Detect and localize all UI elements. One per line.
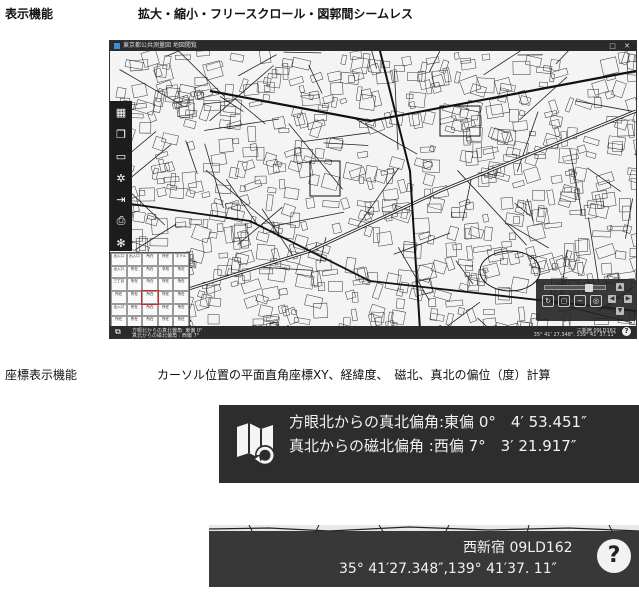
sheet-cell[interactable]: 出入口 (111, 253, 127, 266)
side-toolbar: ▦ ❐ ▭ ✲ ⇥ ⎙ ✻ (110, 101, 132, 251)
sheet-cell[interactable]: ホテル (173, 253, 189, 266)
pan-left-icon[interactable]: ◀ (608, 295, 616, 303)
sheet-cell[interactable]: 所在 (142, 278, 158, 291)
print-icon[interactable]: ⎙ (113, 214, 129, 230)
sheet-cell[interactable]: 所在 (157, 253, 174, 266)
sheet-cell[interactable]: 所在 (111, 291, 127, 304)
settings-gear-icon[interactable]: ✲ (113, 170, 129, 186)
position-zoom-panel: 西新宿 09LD162 35° 41′27.348″,139° 41′37. 1… (209, 525, 639, 587)
sheet-cell[interactable]: 三丁目 (111, 278, 127, 291)
status-bar: ⧉ 方眼北からの真北偏角: 東偏 0° 真北からの磁北偏角 : 西偏 7° 三新… (110, 326, 636, 338)
declination-icon[interactable]: ⧉ (115, 327, 124, 336)
sheet-cell[interactable]: 所在 (157, 278, 174, 291)
coords-caption: カーソル位置の平面直角座標XY、経緯度、 磁北、真北の偏位（度）計算 (157, 368, 551, 382)
locate-icon[interactable]: ◎ (590, 295, 602, 307)
sheet-index-grid: 出入口 出入口 所在 所在 ホテル 出入口 所在 所在 学校 所在 三丁目 所在 所在 所在 所在 所在 所在所… (110, 252, 190, 330)
zoom-sheet-name: 西新宿 09LD162 (463, 540, 573, 556)
rotate-icon[interactable]: ↻ (542, 295, 554, 307)
zoom-out-icon[interactable]: − (574, 295, 586, 307)
pan-up-icon[interactable]: ▲ (616, 283, 624, 291)
pan-right-icon[interactable]: ▶ (624, 295, 632, 303)
sheet-cell[interactable]: 所在 (126, 303, 143, 317)
sheet-cell[interactable]: 所在 (173, 265, 189, 279)
sheet-cell[interactable]: 学校 (157, 265, 174, 279)
title-bar: 東京都公共測量図 地図閲覧 □ ✕ (110, 41, 636, 51)
declination-zoom-panel: 方眼北からの真北偏角:東偏 0° 4′ 53.451″ 真北からの磁北偏角 :西… (219, 405, 639, 483)
sheet-cell[interactable]: 所在 (142, 303, 158, 317)
sheet-cell[interactable]: 所在 (141, 290, 159, 305)
zoom-slider-knob[interactable] (585, 284, 593, 292)
zoom-fit-icon[interactable]: ▢ (558, 295, 570, 307)
display-caption: 拡大・縮小・フリースクロール・図郭間シームレス (138, 7, 414, 21)
display-heading: 表示機能 (5, 7, 54, 21)
true-north-declination: 方眼北からの真北偏角:東偏 0° 4′ 53.451″ (289, 413, 587, 431)
comment-icon[interactable]: ▭ (113, 148, 129, 164)
sheet-cell[interactable]: 出入口 (111, 265, 127, 279)
navigation-panel: ↻ ▢ − ◎ ▲ ◀ ▶ ▼ (536, 279, 636, 321)
status-overlay (209, 531, 639, 587)
zoom-slider[interactable] (544, 284, 606, 292)
pan-down-icon[interactable]: ▼ (616, 307, 624, 315)
map-book-icon (237, 423, 275, 465)
sheet-cell[interactable]: 所在 (157, 303, 174, 317)
layers-icon[interactable]: ❐ (113, 127, 129, 143)
sheet-cell[interactable]: 所在 (142, 265, 158, 279)
window-controls[interactable]: □ ✕ (609, 41, 633, 51)
map-app-window: 東京都公共測量図 地図閲覧 □ ✕ ▦ ❐ ▭ ✲ ⇥ ⎙ ✻ 出入口 出入口 所在… (109, 40, 637, 339)
app-icon (114, 42, 120, 49)
sheet-cell[interactable]: 所在 (142, 253, 158, 266)
pan-dpad: ▲ ◀ ▶ ▼ (608, 283, 632, 317)
help-button[interactable]: ? (622, 327, 631, 336)
sheet-cell[interactable]: 出入口 (111, 303, 127, 317)
tools-icon[interactable]: ✻ (113, 235, 129, 251)
sheet-cell[interactable]: 所在 (126, 265, 143, 279)
sheet-cell[interactable]: 所在 (173, 303, 189, 317)
status-magnetic-north: 真北からの磁北偏角 : 西偏 7° (132, 333, 200, 339)
sheet-cell[interactable]: 所在 (126, 278, 143, 291)
app-title: 東京都公共測量図 地図閲覧 (123, 42, 197, 49)
zoom-latlon: 35° 41′27.348″,139° 41′37. 11″ (339, 561, 557, 577)
grid-icon[interactable]: ▦ (113, 105, 129, 121)
magnetic-north-declination: 真北からの磁北偏角 :西偏 7° 3′ 21.917″ (289, 437, 577, 455)
help-button-large[interactable]: ? (597, 539, 631, 573)
status-latlon: 35° 41' 27.348", 139° 41' 37.11" (533, 332, 616, 338)
sheet-cell[interactable]: 出入口 (126, 253, 143, 266)
sheet-cell[interactable]: 所在 (173, 278, 189, 291)
sheet-cell[interactable]: 所在 (126, 291, 143, 304)
coords-heading: 座標表示機能 (5, 368, 78, 382)
export-icon[interactable]: ⇥ (113, 192, 129, 208)
sheet-cell[interactable]: 所在 (157, 291, 174, 304)
sheet-cell[interactable]: 所在 (173, 291, 189, 304)
